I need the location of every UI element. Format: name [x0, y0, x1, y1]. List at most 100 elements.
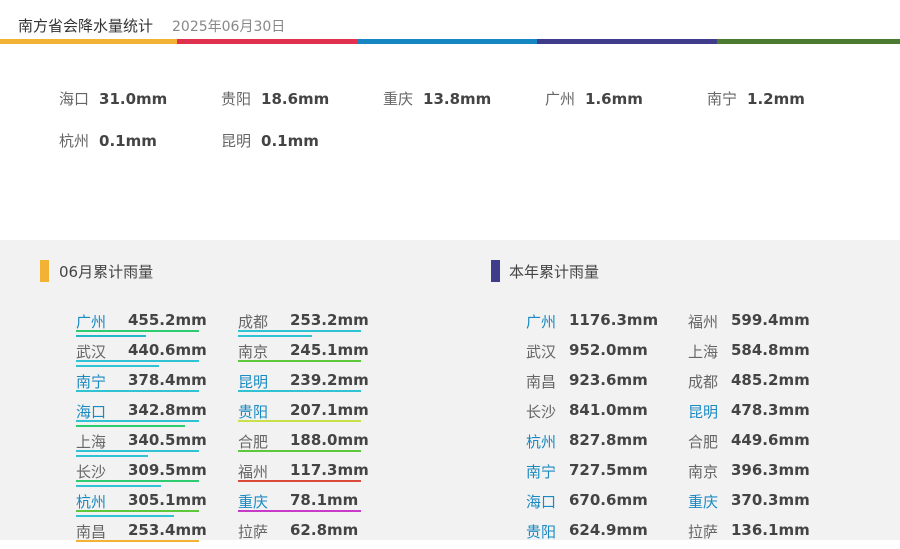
yearly-item: 广州 1176.3mm — [526, 311, 659, 339]
yearly-city: 贵阳 — [526, 523, 557, 541]
yearly-item: 合肥 449.6mm — [688, 431, 818, 459]
yearly-value: 923.6mm — [569, 371, 648, 389]
yearly-item: 昆明 478.3mm — [688, 401, 818, 429]
monthly-city: 重庆 — [238, 493, 269, 511]
yearly-city: 重庆 — [688, 493, 719, 511]
monthly-underline — [238, 510, 361, 512]
monthly-underline — [76, 360, 199, 362]
cumulative-panel: 06月累计雨量 本年累计雨量 广州 455.2mm 武汉 440.6mm 南宁 378.4… — [0, 240, 900, 542]
yearly-marker-icon — [491, 260, 500, 282]
yearly-item: 南昌 923.6mm — [526, 371, 656, 399]
monthly-city: 合肥 — [238, 433, 269, 451]
monthly-item: 南昌 253.4mm — [76, 521, 207, 549]
yearly-city: 海口 — [526, 493, 557, 511]
daily-item: 杭州 0.1mm — [59, 130, 157, 151]
monthly-item: 成都 253.2mm — [238, 311, 369, 339]
daily-item: 重庆 13.8mm — [383, 88, 491, 109]
monthly-title: 06月累计雨量 — [59, 263, 154, 281]
yearly-city: 上海 — [688, 343, 719, 361]
monthly-city: 南宁 — [76, 373, 107, 391]
daily-city: 昆明 — [221, 132, 252, 150]
yearly-value: 370.3mm — [731, 491, 810, 509]
yearly-city: 南宁 — [526, 463, 557, 481]
monthly-underline — [76, 420, 199, 422]
monthly-city: 成都 — [238, 313, 269, 331]
monthly-underline — [238, 335, 312, 337]
monthly-item: 长沙 309.5mm — [76, 461, 207, 489]
daily-value: 0.1mm — [261, 132, 319, 150]
report-date: 2025年06月30日 — [172, 19, 286, 35]
daily-value: 13.8mm — [423, 90, 492, 108]
yearly-item: 南京 396.3mm — [688, 461, 818, 489]
yearly-item: 南宁 727.5mm — [526, 461, 656, 489]
yearly-value: 584.8mm — [731, 341, 810, 359]
yearly-city: 武汉 — [526, 343, 557, 361]
monthly-value: 309.5mm — [128, 461, 207, 479]
monthly-value: 440.6mm — [128, 341, 207, 359]
monthly-value: 340.5mm — [128, 431, 207, 449]
monthly-item: 南京 245.1mm — [238, 341, 369, 369]
daily-item: 广州 1.6mm — [545, 88, 643, 109]
yearly-city: 福州 — [688, 313, 719, 331]
yearly-value: 827.8mm — [569, 431, 648, 449]
yearly-value: 449.6mm — [731, 431, 810, 449]
daily-city: 南宁 — [707, 90, 738, 108]
yearly-item: 海口 670.6mm — [526, 491, 656, 519]
monthly-value: 239.2mm — [290, 371, 369, 389]
monthly-value: 455.2mm — [128, 311, 207, 329]
daily-city: 广州 — [545, 90, 576, 108]
monthly-underline — [76, 390, 199, 392]
daily-city: 杭州 — [59, 132, 90, 150]
monthly-underline — [76, 365, 159, 367]
monthly-item: 海口 342.8mm — [76, 401, 207, 429]
monthly-value: 188.0mm — [290, 431, 369, 449]
monthly-underline — [238, 360, 361, 362]
yearly-item: 重庆 370.3mm — [688, 491, 818, 519]
daily-city: 贵阳 — [221, 90, 252, 108]
monthly-city: 贵阳 — [238, 403, 269, 421]
monthly-city: 海口 — [76, 403, 107, 421]
daily-value: 18.6mm — [261, 90, 330, 108]
yearly-value: 1176.3mm — [569, 311, 659, 329]
monthly-item: 武汉 440.6mm — [76, 341, 207, 369]
yearly-item: 贵阳 624.9mm — [526, 521, 656, 549]
monthly-value: 378.4mm — [128, 371, 207, 389]
yearly-item: 上海 584.8mm — [688, 341, 818, 369]
monthly-underline — [238, 450, 361, 452]
monthly-underline — [76, 455, 148, 457]
yearly-value: 396.3mm — [731, 461, 810, 479]
page-title: 南方省会降水量统计 — [18, 17, 154, 35]
monthly-underline — [76, 425, 185, 427]
daily-value: 1.2mm — [747, 90, 805, 108]
yearly-city: 拉萨 — [688, 523, 719, 541]
yearly-item: 成都 485.2mm — [688, 371, 818, 399]
monthly-city: 长沙 — [76, 463, 107, 481]
monthly-value: 342.8mm — [128, 401, 207, 419]
monthly-underline — [238, 480, 361, 482]
yearly-title: 本年累计雨量 — [509, 263, 600, 281]
monthly-city: 上海 — [76, 433, 107, 451]
daily-value: 31.0mm — [99, 90, 168, 108]
yearly-city: 成都 — [688, 373, 719, 391]
monthly-value: 78.1mm — [290, 491, 359, 509]
monthly-underline — [76, 480, 199, 482]
monthly-city: 南昌 — [76, 523, 107, 541]
daily-city: 重庆 — [383, 90, 414, 108]
yearly-value: 841.0mm — [569, 401, 648, 419]
monthly-item: 昆明 239.2mm — [238, 371, 369, 399]
yearly-value: 599.4mm — [731, 311, 810, 329]
yearly-value: 624.9mm — [569, 521, 648, 539]
yearly-value: 485.2mm — [731, 371, 810, 389]
monthly-city: 福州 — [238, 463, 269, 481]
monthly-value: 117.3mm — [290, 461, 369, 479]
yearly-value: 478.3mm — [731, 401, 810, 419]
monthly-item: 合肥 188.0mm — [238, 431, 369, 459]
yearly-value: 670.6mm — [569, 491, 648, 509]
monthly-underline — [238, 420, 361, 422]
monthly-city: 南京 — [238, 343, 269, 361]
yearly-item: 拉萨 136.1mm — [688, 521, 818, 549]
monthly-value: 62.8mm — [290, 521, 359, 539]
monthly-item: 福州 117.3mm — [238, 461, 369, 489]
yearly-city: 长沙 — [526, 403, 557, 421]
monthly-city: 武汉 — [76, 343, 107, 361]
